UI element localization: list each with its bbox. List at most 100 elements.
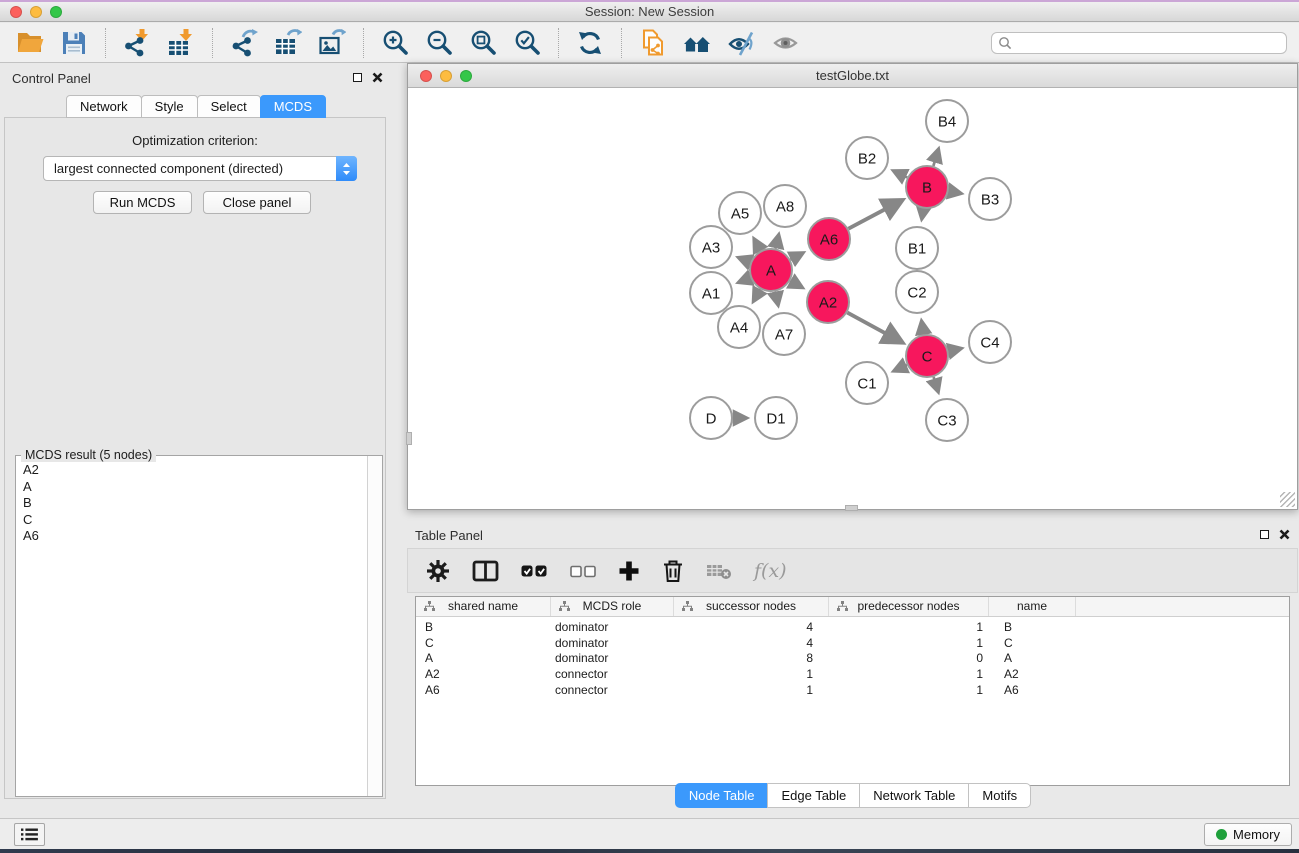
graph-edge-A2-C[interactable]: [847, 313, 899, 342]
zoom-selected-button[interactable]: [507, 26, 547, 60]
mcds-result-item[interactable]: A6: [23, 528, 359, 545]
graph-node-A3[interactable]: A3: [690, 226, 732, 268]
table-row[interactable]: Bdominator41B: [416, 620, 1289, 636]
tp-tab-motifs[interactable]: Motifs: [968, 783, 1031, 808]
table-row[interactable]: Adominator80A: [416, 651, 1289, 667]
search-input[interactable]: [1016, 34, 1286, 52]
task-history-button[interactable]: [14, 823, 45, 846]
graph-node-B[interactable]: B: [906, 166, 948, 208]
graph-node-A1[interactable]: A1: [690, 272, 732, 314]
graph-node-A8[interactable]: A8: [764, 185, 806, 227]
home-view-button[interactable]: [677, 26, 717, 60]
column-header-MCDS-role[interactable]: MCDS role: [551, 597, 674, 616]
tp-tab-edge-table[interactable]: Edge Table: [767, 783, 860, 808]
mcds-result-item[interactable]: B: [23, 495, 359, 512]
graph-node-B4[interactable]: B4: [926, 100, 968, 142]
maximize-window-button[interactable]: [50, 6, 62, 18]
graph-node-C3[interactable]: C3: [926, 399, 968, 441]
graph-edge-A-A6[interactable]: [790, 254, 801, 260]
table-cell[interactable]: dominator: [551, 651, 674, 667]
hide-selected-button[interactable]: [721, 26, 761, 60]
table-cell[interactable]: 8: [674, 651, 829, 667]
delete-table-button[interactable]: [706, 561, 732, 581]
table-cell[interactable]: B: [416, 620, 551, 636]
minimize-network-button[interactable]: [440, 70, 452, 82]
split-panel-button[interactable]: [472, 559, 499, 583]
graph-edge-A-A8[interactable]: [776, 236, 779, 248]
graph-edge-B-B2[interactable]: [895, 171, 907, 177]
table-cell[interactable]: A6: [989, 683, 1076, 699]
close-panel-button[interactable]: [372, 72, 383, 83]
column-header-successor-nodes[interactable]: successor nodes: [674, 597, 829, 616]
close-panel-button-mcds[interactable]: Close panel: [203, 191, 311, 214]
export-table-button[interactable]: [268, 26, 308, 60]
minimize-window-button[interactable]: [30, 6, 42, 18]
bottom-splitter-grip[interactable]: [845, 505, 858, 511]
cp-tab-style[interactable]: Style: [141, 95, 198, 118]
table-cell[interactable]: 1: [829, 667, 989, 683]
mcds-result-item[interactable]: C: [23, 512, 359, 529]
table-cell[interactable]: A: [416, 651, 551, 667]
graph-node-A7[interactable]: A7: [763, 313, 805, 355]
graph-node-A4[interactable]: A4: [718, 306, 760, 348]
graph-node-C[interactable]: C: [906, 335, 948, 377]
table-cell[interactable]: connector: [551, 683, 674, 699]
zoom-out-button[interactable]: [419, 26, 459, 60]
graph-node-A2[interactable]: A2: [807, 281, 849, 323]
graph-node-D[interactable]: D: [690, 397, 732, 439]
cp-tab-network[interactable]: Network: [66, 95, 142, 118]
graph-node-C2[interactable]: C2: [896, 271, 938, 313]
graph-edge-A-A4[interactable]: [754, 289, 760, 300]
tp-tab-node-table[interactable]: Node Table: [675, 783, 769, 808]
graph-node-A6[interactable]: A6: [808, 218, 850, 260]
column-header-name[interactable]: name: [989, 597, 1076, 616]
table-cell[interactable]: C: [416, 636, 551, 652]
save-session-button[interactable]: [54, 26, 94, 60]
zoom-fit-button[interactable]: [463, 26, 503, 60]
table-cell[interactable]: 1: [674, 683, 829, 699]
network-window-titlebar[interactable]: testGlobe.txt: [408, 64, 1297, 88]
graph-edge-B-B4[interactable]: [933, 151, 938, 166]
select-all-button[interactable]: [521, 562, 548, 580]
optimization-criterion-select[interactable]: largest connected component (directed): [43, 156, 357, 181]
cp-tab-select[interactable]: Select: [197, 95, 261, 118]
table-cell[interactable]: 0: [829, 651, 989, 667]
graph-node-C4[interactable]: C4: [969, 321, 1011, 363]
graph-edge-A-A3[interactable]: [740, 258, 751, 262]
graph-edge-A-A7[interactable]: [775, 292, 777, 304]
column-header-shared-name[interactable]: shared name: [416, 597, 551, 616]
delete-columns-button[interactable]: [662, 559, 684, 583]
maximize-network-button[interactable]: [460, 70, 472, 82]
table-cell[interactable]: A6: [416, 683, 551, 699]
apply-function-button[interactable]: f(x): [754, 560, 787, 582]
resize-grip-icon[interactable]: [1280, 492, 1295, 507]
table-cell[interactable]: 1: [829, 683, 989, 699]
import-network-button[interactable]: [117, 26, 157, 60]
graph-edge-B-B1[interactable]: [922, 209, 923, 218]
graph-edge-A6-B[interactable]: [848, 202, 899, 229]
table-row[interactable]: A2connector11A2: [416, 667, 1289, 683]
cp-tab-mcds[interactable]: MCDS: [260, 95, 326, 118]
graph-node-B1[interactable]: B1: [896, 227, 938, 269]
mcds-result-item[interactable]: A: [23, 479, 359, 496]
graph-edge-A-A2[interactable]: [790, 281, 801, 287]
graph-node-B3[interactable]: B3: [969, 178, 1011, 220]
memory-button[interactable]: Memory: [1204, 823, 1292, 846]
graph-node-B2[interactable]: B2: [846, 137, 888, 179]
graph-edge-C-C2[interactable]: [922, 323, 924, 335]
show-hidden-button[interactable]: [765, 26, 805, 60]
graph-edge-C-C4[interactable]: [948, 349, 959, 352]
graph-edge-C-C1[interactable]: [895, 365, 907, 370]
close-table-panel-button[interactable]: [1279, 529, 1290, 540]
table-cell[interactable]: A2: [989, 667, 1076, 683]
tp-tab-network-table[interactable]: Network Table: [859, 783, 969, 808]
result-scrollbar[interactable]: [367, 456, 382, 796]
mcds-result-item[interactable]: A2: [23, 462, 359, 479]
table-cell[interactable]: 4: [674, 636, 829, 652]
open-file-button[interactable]: [10, 26, 50, 60]
graph-node-C1[interactable]: C1: [846, 362, 888, 404]
network-canvas[interactable]: AA1A2A3A4A5A6A7A8BB1B2B3B4CC1C2C3C4DD1: [408, 89, 1297, 509]
float-table-panel-button[interactable]: [1260, 530, 1269, 539]
graph-node-D1[interactable]: D1: [755, 397, 797, 439]
close-network-button[interactable]: [420, 70, 432, 82]
